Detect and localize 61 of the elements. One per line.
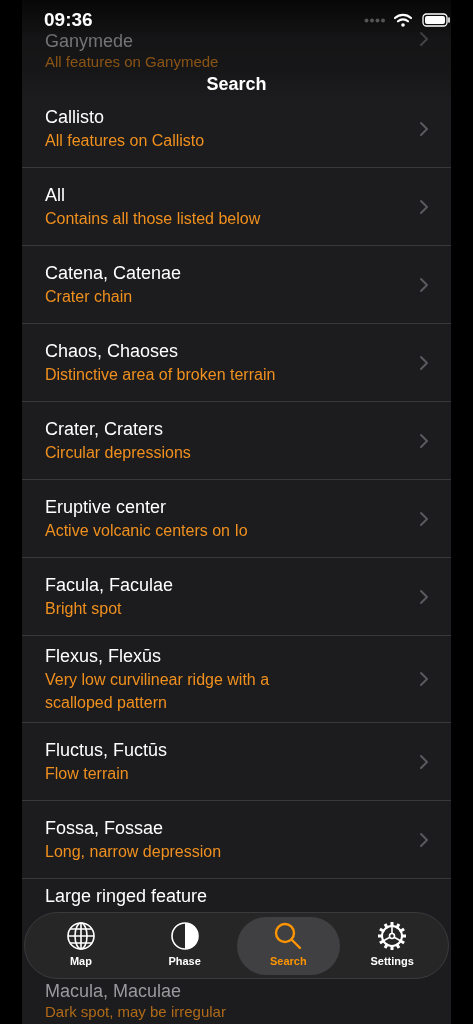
settings-icon [377,921,408,952]
row-title: Chaos, Chaoses [45,340,179,363]
battery-icon [422,13,451,28]
list-row[interactable]: Facula, Faculae Bright spot [22,558,451,636]
status-time: 09:36 [44,8,93,32]
tab-button[interactable]: Search [236,916,341,975]
search-icon [273,921,304,952]
list-row[interactable]: Eruptive center Active volcanic centers on Io [22,480,451,558]
list-row[interactable]: Large ringed feature [22,879,451,908]
chevron-icon [419,198,429,215]
list-row[interactable]: Crater, Craters Circular depressions [22,402,451,480]
chevron-icon [419,276,429,293]
row-title: Facula, Faculae [45,574,174,597]
row-title: Ganymede [45,31,134,52]
row-subtitle: All features on Callisto [45,131,205,151]
list-row[interactable]: Chaos, Chaoses Distinctive area of broken terrain [22,324,451,402]
wifi-icon [394,13,412,28]
list-row[interactable]: Fluctus, Fuctūs Flow terrain [22,723,451,801]
row-title: Fluctus, Fuctūs [45,739,168,762]
row-title: Large ringed feature [45,885,208,908]
chevron-icon [419,120,429,137]
chevron-icon [419,432,429,449]
tab-button[interactable]: Settings [340,916,444,975]
half-circle-icon [169,921,200,952]
chevron-icon [419,354,429,371]
row-title: Crater, Craters [45,418,164,441]
row-subtitle: Dark spot, may be irregular [45,1002,226,1022]
row-subtitle: Flow terrain [45,764,129,784]
signal-icon [364,17,386,23]
globe-icon [65,921,96,952]
chevron-icon [419,753,429,770]
row-subtitle: Long, narrow depression [45,842,222,862]
tab-button[interactable]: Phase [132,916,237,975]
tab-button[interactable]: Map [29,916,133,975]
list-row[interactable]: Macula, Maculae Dark spot, may be irregular [22,981,451,1022]
list-row[interactable]: Fossa, Fossae Long, narrow depression [22,801,451,879]
row-title: Callisto [45,106,105,129]
list-row[interactable]: Ganymede All features on Ganymede [22,31,451,72]
row-subtitle: All features on Ganymede [45,52,219,72]
row-title: Flexus, Flexūs [45,645,162,668]
chevron-icon [419,31,429,47]
row-subtitle: Bright spot [45,599,122,619]
row-subtitle: Distinctive area of broken terrain [45,365,276,385]
chevron-icon [419,510,429,527]
row-title: Catena, Catenae [45,262,182,285]
row-subtitle: Active volcanic centers on Io [45,521,248,541]
list-row[interactable]: Catena, Catenae Crater chain [22,246,451,324]
chevron-icon [419,588,429,605]
chevron-icon [419,831,429,848]
row-subtitle: Circular depressions [45,443,191,463]
row-subtitle: Contains all those listed below [45,209,261,229]
list-row[interactable]: Callisto All features on Callisto [22,90,451,168]
row-subtitle: Crater chain [45,287,133,307]
row-title: All [45,184,65,207]
list-row[interactable]: All Contains all those listed below [22,168,451,246]
list-row[interactable]: Flexus, Flexūs Very low curvilinear ridge with a scalloped pattern [22,636,451,723]
row-title: Eruptive center [45,496,167,519]
row-subtitle: Very low curvilinear ridge with a scalloped pattern [45,670,271,713]
chevron-icon [419,671,429,687]
row-title: Fossa, Fossae [45,817,164,840]
row-title: Macula, Maculae [45,981,182,1002]
